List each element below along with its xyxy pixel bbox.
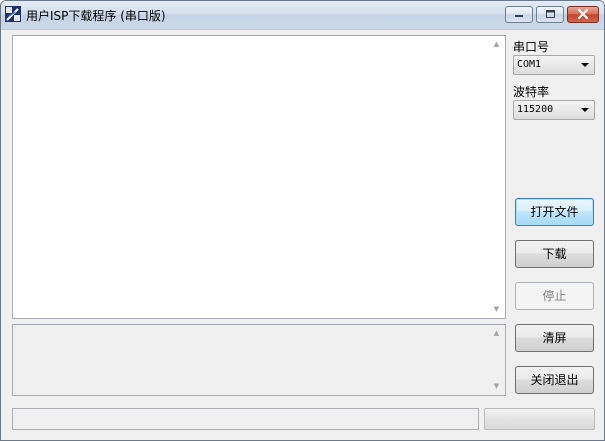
app-icon [5,6,21,22]
main-window: 用户ISP下载程序 (串口版) ▲ ▼ ▲ ▼ 串口号 COM1 波特率 115… [0,0,605,441]
log-scrollbar[interactable]: ▲ ▼ [488,36,505,318]
chevron-down-icon [581,108,589,112]
clear-screen-button[interactable]: 清屏 [515,324,594,352]
info-scrollbar[interactable]: ▲ ▼ [488,325,505,395]
scroll-down-arrow-icon[interactable]: ▼ [488,378,505,395]
port-select[interactable]: COM1 [513,55,595,75]
window-title: 用户ISP下载程序 (串口版) [26,9,166,23]
log-textarea[interactable]: ▲ ▼ [12,35,506,319]
scroll-up-arrow-icon[interactable]: ▲ [488,36,505,53]
scroll-up-arrow-icon[interactable]: ▲ [488,325,505,342]
title-bar[interactable]: 用户ISP下载程序 (串口版) [1,1,604,30]
close-button[interactable] [567,6,599,23]
status-field [12,408,479,430]
client-area: ▲ ▼ ▲ ▼ 串口号 COM1 波特率 115200 打开文件 下载 停止 清… [1,30,604,440]
minimize-icon [515,15,523,17]
close-icon [577,8,589,20]
minimize-button[interactable] [505,6,533,23]
exit-button[interactable]: 关闭退出 [515,366,594,394]
port-select-value: COM1 [517,59,542,70]
baud-select-value: 115200 [517,104,554,115]
maximize-button[interactable] [536,6,564,23]
scroll-down-arrow-icon[interactable]: ▼ [488,301,505,318]
stop-button[interactable]: 停止 [515,282,594,310]
baud-label: 波特率 [513,85,550,99]
download-button[interactable]: 下载 [515,240,594,268]
baud-select[interactable]: 115200 [513,100,595,120]
download-progress-bar [484,408,595,430]
maximize-icon [546,10,555,18]
open-file-button[interactable]: 打开文件 [515,198,594,226]
port-label: 串口号 [513,40,550,54]
info-textarea[interactable]: ▲ ▼ [12,324,506,396]
chevron-down-icon [581,63,589,67]
